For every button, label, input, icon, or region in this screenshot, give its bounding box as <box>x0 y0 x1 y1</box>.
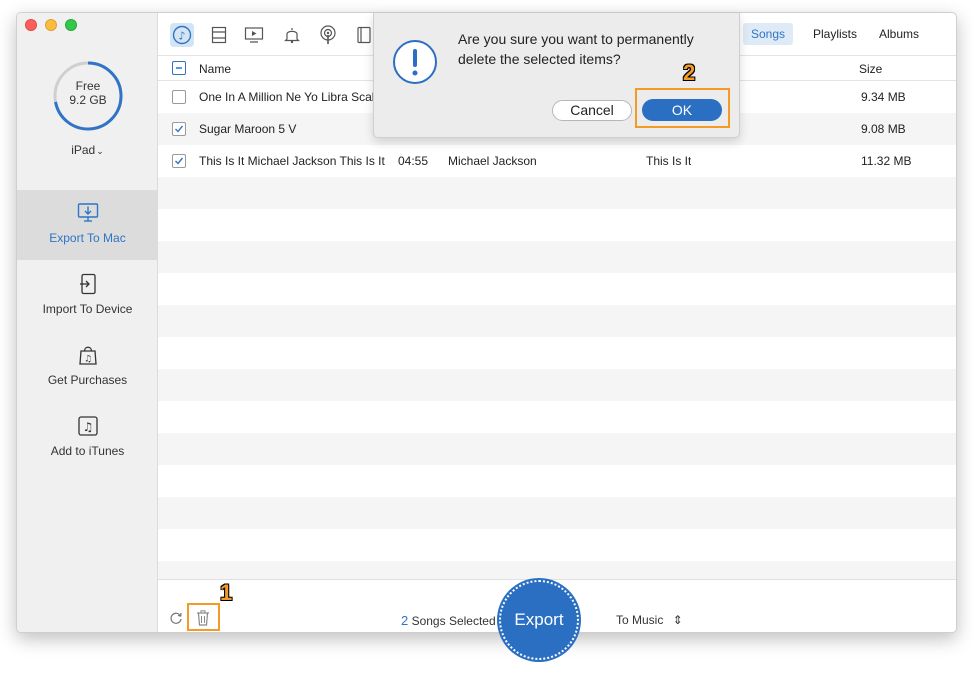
table-row[interactable]: This Is It Michael Jackson This Is It 04… <box>158 145 956 177</box>
category-podcasts[interactable] <box>316 23 340 47</box>
step-2-label: 2 <box>683 60 696 85</box>
category-music[interactable]: ♪ <box>170 23 194 47</box>
category-movies[interactable] <box>207 23 231 47</box>
song-artist: Michael Jackson <box>448 154 537 168</box>
column-header-size[interactable]: Size <box>859 56 882 82</box>
svg-text:♪: ♪ <box>178 30 185 43</box>
row-checkbox[interactable] <box>172 122 186 136</box>
minus-icon <box>176 67 182 69</box>
sidebar-item-get-purchases[interactable]: ♫ Get Purchases <box>17 332 158 402</box>
empty-row <box>158 369 956 401</box>
select-all-checkbox[interactable] <box>172 61 186 75</box>
storage-text: Free 9.2 GB <box>52 79 124 107</box>
device-name: iPad <box>71 143 96 157</box>
category-tv[interactable] <box>242 23 266 47</box>
export-button[interactable]: Export <box>499 580 579 660</box>
song-time: 04:55 <box>398 154 429 168</box>
song-album: This Is It <box>646 154 692 168</box>
selection-status: 2 Songs Selected <box>401 613 496 628</box>
window-controls <box>25 19 77 31</box>
destination-selector[interactable]: To Music ⇕ <box>616 613 683 627</box>
empty-row <box>158 305 956 337</box>
export-to-mac-icon <box>77 203 98 222</box>
checkmark-icon <box>175 157 184 165</box>
sidebar-item-label: Export To Mac <box>49 231 126 245</box>
step-1-label: 1 <box>220 580 233 605</box>
stepper-chevron-icon: ⇕ <box>672 613 683 627</box>
sidebar-item-label: Import To Device <box>42 302 133 316</box>
song-name: One In A Million Ne Yo Libra Scale <box>199 90 382 104</box>
sidebar-item-export-to-mac[interactable]: Export To Mac <box>17 190 158 260</box>
empty-row <box>158 337 956 369</box>
svg-text:♫: ♫ <box>83 355 91 365</box>
tab-songs[interactable]: Songs <box>743 23 794 45</box>
song-size: 11.32 MB <box>861 154 912 168</box>
empty-row <box>158 497 956 529</box>
tab-playlists[interactable]: Playlists <box>805 23 865 45</box>
row-checkbox[interactable] <box>172 154 186 168</box>
minimize-window-button[interactable] <box>45 19 57 31</box>
zoom-window-button[interactable] <box>65 19 77 31</box>
row-checkbox[interactable] <box>172 90 186 104</box>
import-to-device-icon <box>79 273 96 295</box>
empty-row <box>158 433 956 465</box>
destination-label: To Music <box>616 613 664 627</box>
close-window-button[interactable] <box>25 19 37 31</box>
selected-label: Songs Selected <box>411 614 496 628</box>
song-size: 9.34 MB <box>861 90 906 104</box>
storage-value: 9.2 GB <box>69 93 107 107</box>
audiobooks-icon <box>357 26 371 44</box>
refresh-icon[interactable] <box>169 611 183 625</box>
checkmark-icon <box>175 125 184 133</box>
song-size: 9.08 MB <box>861 122 906 136</box>
storage-label: Free <box>75 79 101 93</box>
selected-count: 2 <box>401 613 409 628</box>
movies-icon <box>211 26 227 44</box>
ok-highlight-box <box>635 88 730 128</box>
sidebar-item-add-to-itunes[interactable]: ♫ Add to iTunes <box>17 403 158 473</box>
song-name: Sugar Maroon 5 V <box>199 122 297 136</box>
sidebar-item-label: Get Purchases <box>47 373 128 387</box>
empty-row <box>158 209 956 241</box>
sidebar: Free 9.2 GB iPad⌄ Export To Mac Import T… <box>17 13 158 632</box>
svg-text:♫: ♫ <box>82 420 93 434</box>
column-header-name[interactable]: Name <box>199 56 231 82</box>
empty-row <box>158 465 956 497</box>
warning-icon <box>393 40 437 84</box>
tab-albums[interactable]: Albums <box>871 23 927 45</box>
category-ringtones[interactable] <box>280 23 304 47</box>
podcasts-icon <box>320 25 336 44</box>
empty-row <box>158 273 956 305</box>
device-selector[interactable]: iPad⌄ <box>17 143 158 157</box>
get-purchases-icon: ♫ <box>78 346 97 365</box>
music-icon: ♪ <box>172 25 192 45</box>
cancel-button[interactable]: Cancel <box>552 100 632 121</box>
trash-highlight-box <box>187 603 220 631</box>
add-to-itunes-icon: ♫ <box>77 416 98 436</box>
empty-row <box>158 529 956 561</box>
tv-icon <box>244 27 264 43</box>
empty-row <box>158 177 956 209</box>
song-name: This Is It Michael Jackson This Is It <box>199 154 385 168</box>
empty-row <box>158 561 956 579</box>
chevron-down-icon: ⌄ <box>96 146 104 156</box>
storage-ring: Free 9.2 GB <box>52 60 124 132</box>
ringtones-icon <box>284 28 300 44</box>
empty-row <box>158 401 956 433</box>
empty-row <box>158 241 956 273</box>
sidebar-item-import-to-device[interactable]: Import To Device <box>17 261 158 331</box>
sidebar-item-label: Add to iTunes <box>50 444 125 458</box>
